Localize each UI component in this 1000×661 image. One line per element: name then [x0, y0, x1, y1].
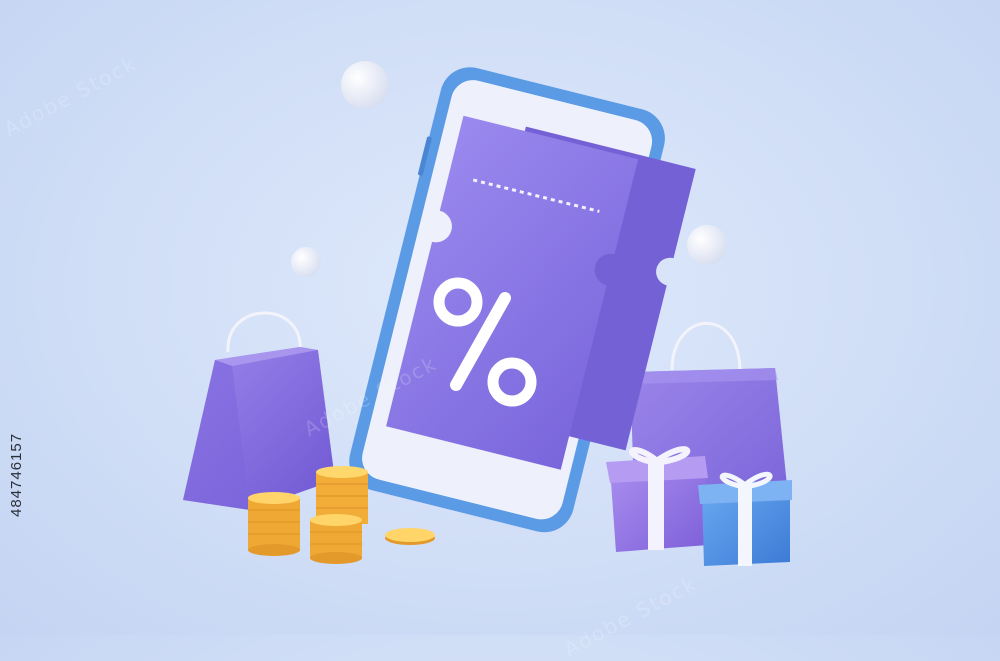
promo-scene: Adobe Stock Adobe Stock Adobe Stock 4847… [0, 0, 1000, 661]
coin-stack [248, 492, 300, 556]
floating-sphere [291, 247, 321, 277]
coin-stack-front [310, 514, 362, 564]
shopping-bag-left [183, 311, 335, 510]
gift-box-purple [606, 446, 708, 552]
floating-sphere [341, 61, 389, 109]
single-coin [385, 528, 435, 545]
stock-id-label: 484746157 [8, 432, 25, 518]
